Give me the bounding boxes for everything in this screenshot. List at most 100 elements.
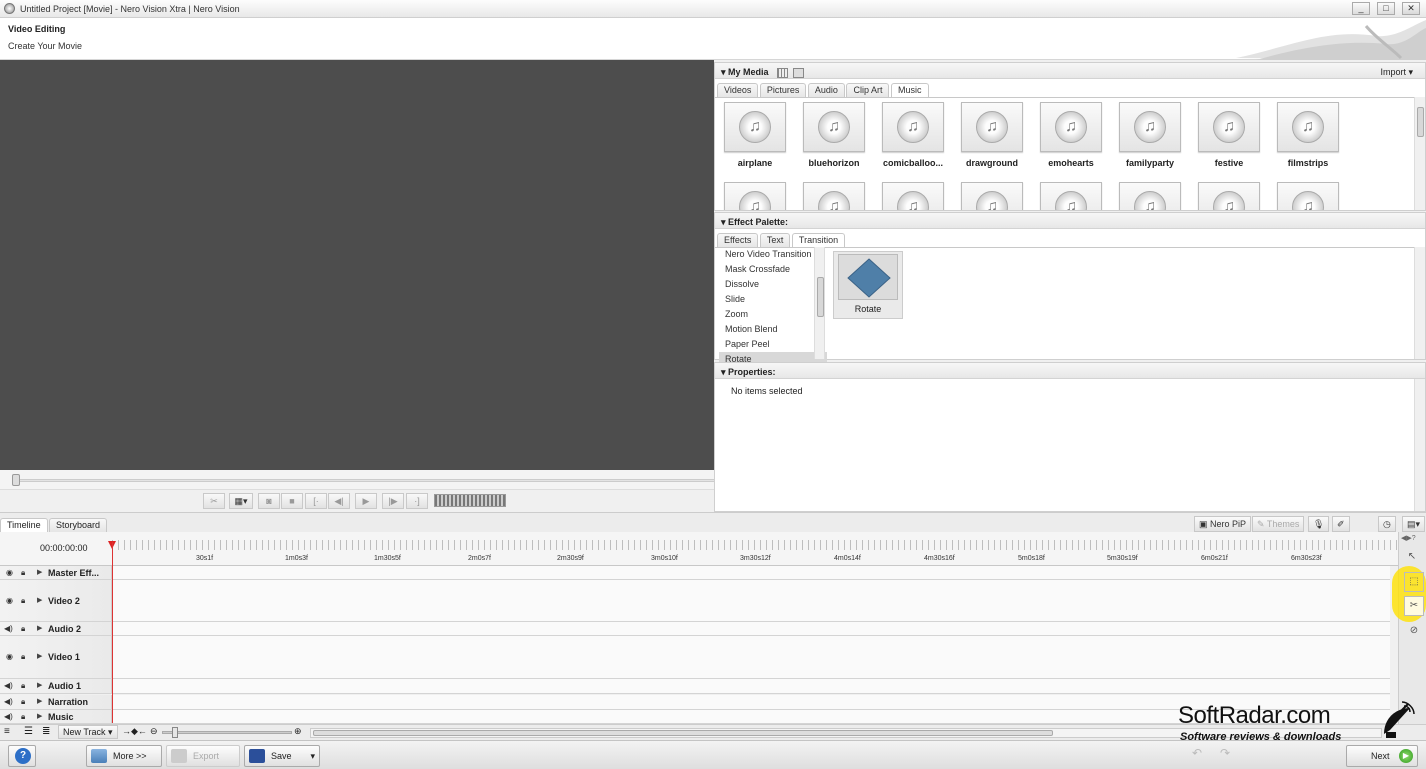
- help-button[interactable]: ?: [8, 745, 36, 767]
- timeline-scroll-thumb[interactable]: [313, 730, 1053, 736]
- trim-icon[interactable]: ✂: [203, 493, 225, 509]
- speaker-icon[interactable]: ◀): [4, 624, 13, 633]
- pointer-icon[interactable]: ↖: [1402, 548, 1422, 568]
- transition-list-scroll-thumb[interactable]: [817, 277, 824, 317]
- track-master-effects[interactable]: ◉ 🔒︎ ▶ Master Eff...: [0, 566, 1390, 580]
- eye-icon[interactable]: ◉: [6, 596, 13, 605]
- minimize-button[interactable]: _: [1352, 2, 1370, 15]
- tab-videos[interactable]: Videos: [717, 83, 759, 97]
- playhead[interactable]: [112, 542, 113, 723]
- track-lane[interactable]: [112, 636, 1390, 678]
- microphone-icon[interactable]: 🎙: [1308, 516, 1330, 532]
- properties-scrollbar[interactable]: [1414, 379, 1425, 511]
- tab-storyboard[interactable]: Storyboard: [49, 518, 108, 532]
- speaker-icon[interactable]: ◀): [4, 681, 13, 690]
- import-button[interactable]: Import ▾: [1380, 67, 1413, 78]
- compact-view-icon[interactable]: ☰: [24, 726, 33, 737]
- expand-arrow-icon[interactable]: ▶: [37, 624, 42, 632]
- media-item[interactable]: ♫ emohearts: [1033, 102, 1109, 168]
- zoom-slider[interactable]: [162, 731, 292, 734]
- track-lane[interactable]: [112, 622, 1390, 635]
- scissors-icon[interactable]: ✂: [1404, 596, 1424, 616]
- track-lane[interactable]: [112, 679, 1390, 693]
- media-scrollbar[interactable]: [1414, 97, 1425, 210]
- export-button[interactable]: Export: [166, 745, 240, 767]
- lock-icon[interactable]: 🔒︎: [21, 681, 25, 691]
- media-item[interactable]: ♫: [1191, 182, 1267, 210]
- tab-timeline[interactable]: Timeline: [0, 518, 48, 532]
- zoom-slider-handle[interactable]: [172, 727, 178, 738]
- speaker-icon[interactable]: ◀): [4, 697, 13, 706]
- media-item[interactable]: ♫ festive: [1191, 102, 1267, 168]
- nero-pip-button[interactable]: ▣ Nero PiP: [1194, 516, 1252, 532]
- expanded-view-icon[interactable]: ≣: [42, 726, 50, 737]
- settings-dropdown-icon[interactable]: ▤▾: [1402, 516, 1426, 532]
- media-item[interactable]: ♫: [1112, 182, 1188, 210]
- zoom-out-icon[interactable]: ⊖: [150, 726, 158, 737]
- lock-icon[interactable]: 🔒︎: [21, 712, 25, 722]
- jog-shuttle[interactable]: [434, 494, 506, 507]
- mark-in-icon[interactable]: [·: [305, 493, 327, 509]
- close-button[interactable]: ✕: [1402, 2, 1420, 15]
- play-icon[interactable]: ▶: [355, 493, 377, 509]
- collapse-arrow-icon[interactable]: ▾: [721, 367, 728, 377]
- tab-text[interactable]: Text: [759, 233, 791, 247]
- maximize-button[interactable]: □: [1377, 2, 1395, 15]
- media-item[interactable]: ♫ comicballoo...: [875, 102, 951, 168]
- previous-frame-icon[interactable]: ◀|: [328, 493, 350, 509]
- media-item[interactable]: ♫: [954, 182, 1030, 210]
- preview-scrubber[interactable]: [0, 470, 1404, 490]
- grid-view-icon[interactable]: [777, 67, 789, 78]
- list-item[interactable]: Slide: [719, 292, 827, 307]
- media-item[interactable]: ♫: [875, 182, 951, 210]
- scrubber-handle[interactable]: [12, 474, 20, 486]
- media-item[interactable]: ♫ familyparty: [1112, 102, 1188, 168]
- lock-icon[interactable]: 🔒︎: [21, 624, 25, 634]
- tab-audio[interactable]: Audio: [807, 83, 845, 97]
- expand-arrow-icon[interactable]: ▶: [37, 652, 42, 660]
- media-item[interactable]: ♫: [717, 182, 793, 210]
- list-view-icon[interactable]: ≡: [4, 726, 10, 737]
- list-item[interactable]: Paper Peel: [719, 337, 827, 352]
- track-audio-2[interactable]: ◀) 🔒︎ ▶ Audio 2: [0, 622, 1390, 636]
- collapse-arrow-icon[interactable]: ▾: [721, 217, 728, 227]
- lock-icon[interactable]: 🔒︎: [21, 697, 25, 707]
- media-item[interactable]: ♫: [1270, 182, 1346, 210]
- snapshot-icon[interactable]: ◙: [258, 493, 280, 509]
- speaker-icon[interactable]: ◀): [4, 712, 13, 721]
- track-lane[interactable]: [112, 566, 1390, 579]
- next-button[interactable]: Next ▶: [1346, 745, 1418, 767]
- list-item[interactable]: Zoom: [719, 307, 827, 322]
- brush-icon[interactable]: ✐: [1332, 516, 1350, 532]
- new-track-button[interactable]: New Track ▾: [58, 725, 118, 739]
- transition-item-rotate[interactable]: Rotate: [833, 251, 903, 319]
- list-item[interactable]: Dissolve: [719, 277, 827, 292]
- track-lane[interactable]: [112, 580, 1390, 621]
- timeline-ruler[interactable]: 00:00:00:00 30s1f 1m0s3f 1m30s5f 2m0s7f …: [0, 532, 1398, 566]
- media-item[interactable]: ♫: [796, 182, 872, 210]
- stop-icon[interactable]: ■: [281, 493, 303, 509]
- media-item[interactable]: ♫ drawground: [954, 102, 1030, 168]
- lock-icon[interactable]: 🔒︎: [21, 652, 25, 662]
- media-item[interactable]: ♫ filmstrips: [1270, 102, 1346, 168]
- track-audio-1[interactable]: ◀) 🔒︎ ▶ Audio 1: [0, 679, 1390, 694]
- eye-icon[interactable]: ◉: [6, 652, 13, 661]
- list-item[interactable]: Motion Blend: [719, 322, 827, 337]
- tab-clip-art[interactable]: Clip Art: [846, 83, 890, 97]
- list-item[interactable]: Nero Video Transition: [719, 247, 827, 262]
- more-button[interactable]: More >>: [86, 745, 162, 767]
- transition-list-scrollbar[interactable]: [814, 247, 825, 359]
- save-dropdown-icon[interactable]: ▾: [310, 746, 315, 766]
- tab-pictures[interactable]: Pictures: [759, 83, 807, 97]
- tab-effects[interactable]: Effects: [717, 233, 759, 247]
- tab-transition[interactable]: Transition: [791, 233, 846, 247]
- expand-arrow-icon[interactable]: ▶: [37, 681, 42, 689]
- themes-button[interactable]: ✎ Themes: [1252, 516, 1305, 532]
- lock-icon[interactable]: 🔒︎: [21, 596, 25, 606]
- video-preview[interactable]: [0, 60, 714, 470]
- media-item[interactable]: ♫ bluehorizon: [796, 102, 872, 168]
- aspect-ratio-icon[interactable]: ▦▾: [229, 493, 253, 509]
- fit-icon[interactable]: →◆←: [122, 726, 147, 737]
- media-scroll-thumb[interactable]: [1417, 107, 1424, 137]
- redo-icon[interactable]: ↷: [1212, 746, 1238, 766]
